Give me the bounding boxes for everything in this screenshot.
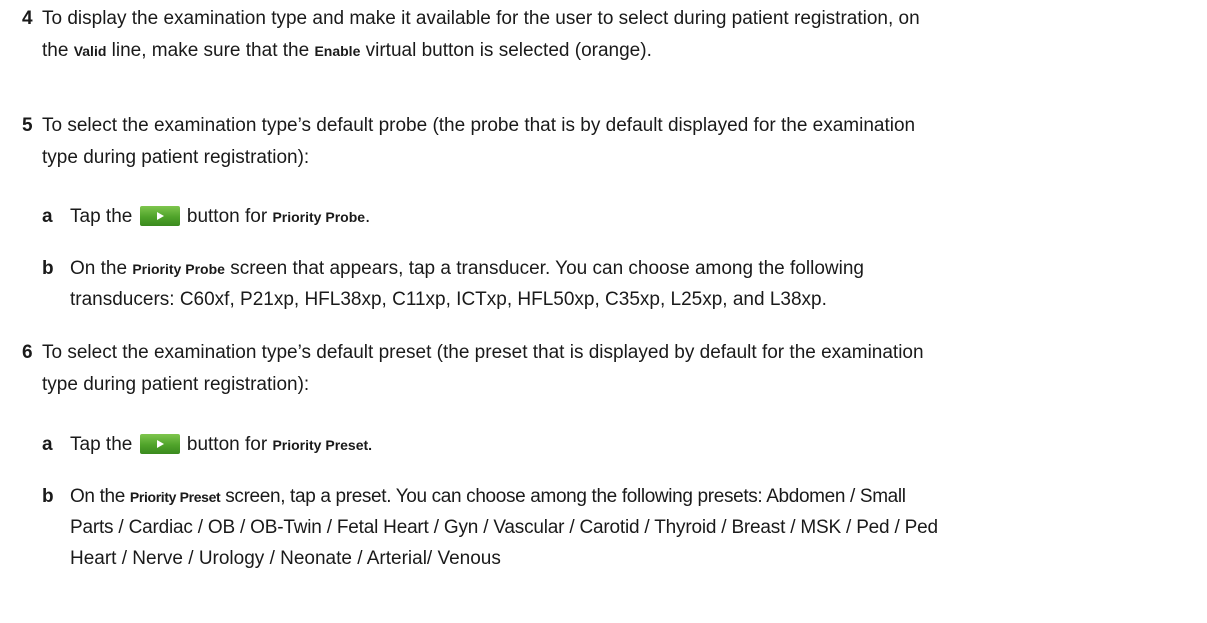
document-page: 4 To display the examination type and ma… — [0, 0, 1207, 623]
substep-b-text-line: transducers: C60xf, P21xp, HFL38xp, C11x… — [70, 289, 827, 310]
substep-a-text: Tap the button for Priority Preset. — [70, 434, 373, 455]
substep-b-text-line: Heart / Nerve / Urology / Neonate / Arte… — [70, 548, 501, 569]
substep-letter: a — [42, 434, 53, 455]
play-button-icon — [139, 434, 180, 454]
step-text-line: the Valid line, make sure that the Enabl… — [42, 40, 652, 61]
step-text-line: type during patient registration): — [42, 147, 310, 168]
step-text-line: type during patient registration): — [42, 374, 310, 395]
step-text-line: To display the examination type and make… — [42, 8, 920, 29]
step-text-line: To select the examination type’s default… — [42, 115, 916, 136]
ui-term-priority-preset: Priority Preset — [129, 489, 221, 505]
ui-term-priority-probe: Priority Probe — [132, 261, 225, 277]
step-text-line: To select the examination type’s default… — [42, 342, 924, 363]
substep-letter: b — [42, 486, 54, 507]
ui-term-priority-probe: Priority Probe — [272, 209, 366, 225]
substep-b-text: On the Priority Preset screen, tap a pre… — [70, 486, 906, 507]
substep-letter: a — [42, 206, 53, 227]
ui-term-priority-preset: Priority Preset. — [272, 437, 373, 453]
substep-b-text: On the Priority Probe screen that appear… — [70, 258, 864, 279]
substep-b-text-line: Parts / Cardiac / OB / OB-Twin / Fetal H… — [70, 517, 938, 538]
step-number: 6 — [22, 342, 33, 363]
substep-a-text: Tap the button for Priority Probe. — [70, 206, 371, 227]
ui-term-enable: Enable — [314, 43, 361, 59]
play-button-icon — [139, 206, 180, 226]
ui-term-valid: Valid — [73, 43, 107, 59]
step-number: 4 — [22, 8, 33, 29]
substep-letter: b — [42, 258, 54, 279]
step-number: 5 — [22, 115, 33, 136]
